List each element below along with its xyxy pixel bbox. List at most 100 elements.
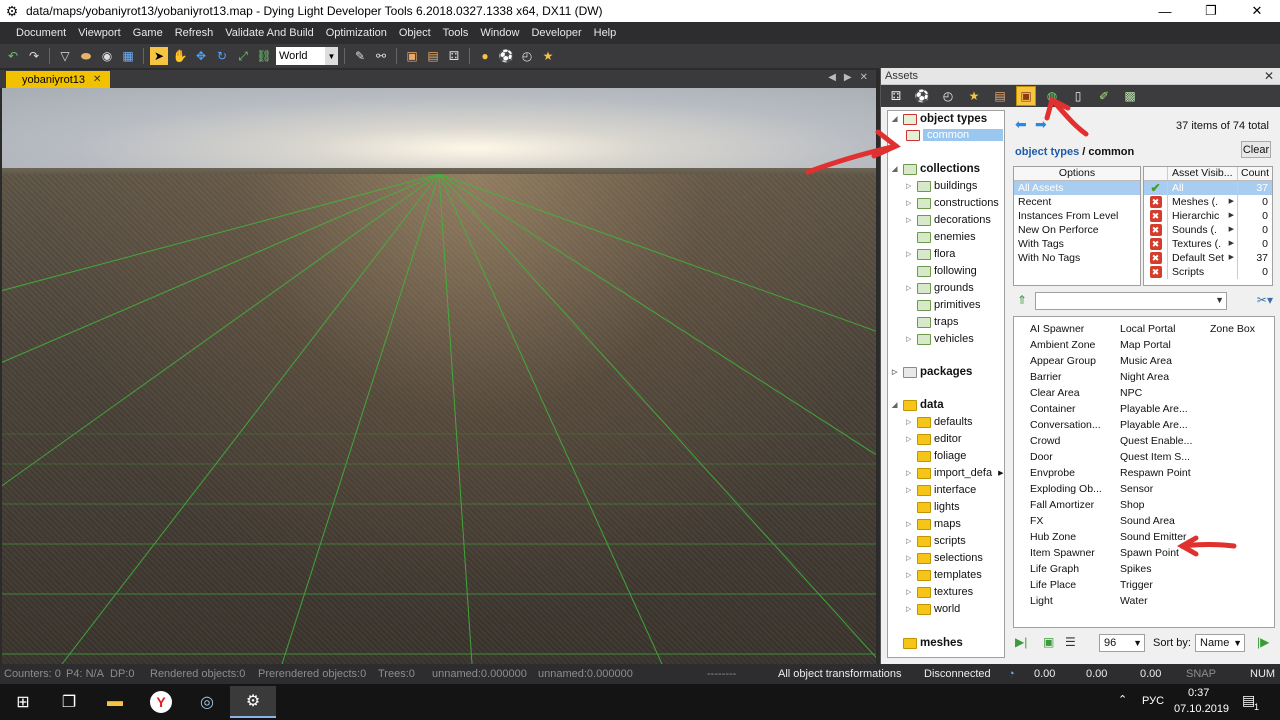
expand-icon[interactable]: ▷	[906, 418, 914, 426]
expand-icon[interactable]: ▷	[906, 605, 914, 613]
menu-help[interactable]: Help	[588, 22, 623, 44]
asset-item[interactable]: Quest Item S...	[1120, 449, 1192, 465]
asset-item[interactable]: NPC	[1120, 385, 1192, 401]
asset-item[interactable]: Exploding Ob...	[1030, 481, 1102, 497]
scroll-left-icon[interactable]: ◀	[828, 72, 836, 83]
tree-item-maps[interactable]: ▷ maps	[906, 518, 961, 530]
globe-icon[interactable]: ◍	[1043, 87, 1061, 105]
close-button[interactable]: ✕	[1234, 0, 1280, 22]
menu-document[interactable]: Document	[10, 22, 72, 44]
texture-icon[interactable]: ▩	[1121, 87, 1139, 105]
tree-item-packages[interactable]: ▷ packages	[892, 366, 972, 378]
asset-item[interactable]: Trigger	[1120, 577, 1192, 593]
asset-item[interactable]: Water	[1120, 593, 1192, 609]
expand-icon[interactable]: ▷	[906, 182, 914, 190]
tree-item-lights[interactable]: lights	[906, 501, 960, 513]
asset-item[interactable]: Barrier	[1030, 369, 1102, 385]
asset-item[interactable]: Fall Amortizer	[1030, 497, 1102, 513]
expand-icon[interactable]: ▷	[906, 435, 914, 443]
tools-dropdown-icon[interactable]: ✂▾	[1257, 293, 1273, 307]
hidden-x-icon[interactable]: ✖	[1149, 224, 1162, 236]
building-icon[interactable]: ▤	[991, 87, 1009, 105]
building-icon[interactable]: ▤	[424, 47, 442, 65]
coordinate-space-select[interactable]: World ▼	[276, 47, 338, 65]
move-icon[interactable]: ✥	[192, 47, 210, 65]
forward-arrow-icon[interactable]: ➡	[1035, 116, 1047, 133]
tab-close-icon[interactable]: ✕	[93, 74, 101, 85]
tree-item-primitives[interactable]: primitives	[906, 299, 980, 311]
visibility-row[interactable]: ✖ Sounds (. ▶ 0	[1144, 223, 1272, 237]
tray-expand-icon[interactable]: ⌃	[1118, 693, 1127, 706]
collapse-up-icon[interactable]: ⇑	[1017, 293, 1027, 307]
tree-item-import-defa[interactable]: ▷ import_defa ▶	[906, 467, 1003, 479]
asset-item[interactable]: Crowd	[1030, 433, 1102, 449]
menu-game[interactable]: Game	[127, 22, 169, 44]
filter-icon[interactable]: ▽	[56, 47, 74, 65]
pencil-icon[interactable]: ✎	[351, 47, 369, 65]
play-icon[interactable]: ▶|	[1015, 635, 1027, 649]
asset-item[interactable]: Sensor	[1120, 481, 1192, 497]
menu-viewport[interactable]: Viewport	[72, 22, 127, 44]
thumbnail-size-select[interactable]: 96 ▼	[1099, 634, 1145, 652]
tree-item-grounds[interactable]: ▷ grounds	[906, 282, 974, 294]
tree-item-world[interactable]: ▷ world	[906, 603, 960, 615]
dice-icon[interactable]: ⚃	[887, 87, 905, 105]
asset-item[interactable]: Life Place	[1030, 577, 1102, 593]
visibility-row[interactable]: ✖ Hierarchic ▶ 0	[1144, 209, 1272, 223]
menu-object[interactable]: Object	[393, 22, 437, 44]
tree-item-defaults[interactable]: ▷ defaults	[906, 416, 973, 428]
asset-item[interactable]: Appear Group	[1030, 353, 1102, 369]
expand-icon[interactable]: ▷	[906, 284, 914, 292]
asset-item[interactable]: Night Area	[1120, 369, 1192, 385]
scale-icon[interactable]: ⤢	[234, 47, 252, 65]
tree-item-decorations[interactable]: ▷ decorations	[906, 214, 991, 226]
file-explorer-icon[interactable]: ▬	[92, 686, 138, 718]
grid-icon[interactable]: ⚃	[445, 47, 463, 65]
tree-item-textures[interactable]: ▷ textures	[906, 586, 973, 598]
menu-refresh[interactable]: Refresh	[169, 22, 220, 44]
tree-item-collections[interactable]: ◢ collections	[892, 163, 980, 175]
tree-item-vehicles[interactable]: ▷ vehicles	[906, 333, 974, 345]
asset-item[interactable]: Playable Are...	[1120, 401, 1192, 417]
asset-item[interactable]: Envprobe	[1030, 465, 1102, 481]
asset-item[interactable]: Music Area	[1120, 353, 1192, 369]
scroll-right-icon[interactable]: ▶	[844, 72, 852, 83]
steam-icon[interactable]: ◎	[184, 686, 230, 718]
visibility-row[interactable]: ✔ All 37	[1144, 181, 1272, 195]
menu-window[interactable]: Window	[474, 22, 525, 44]
tree-item-following[interactable]: following	[906, 265, 977, 277]
menu-developer[interactable]: Developer	[525, 22, 587, 44]
expand-icon[interactable]: ▷	[906, 469, 914, 477]
developer-tools-icon[interactable]: ⚙	[230, 686, 276, 718]
expand-icon[interactable]: ▷	[906, 554, 914, 562]
option-new-on-perforce[interactable]: New On Perforce	[1014, 223, 1140, 237]
asset-item[interactable]: Conversation...	[1030, 417, 1102, 433]
expand-icon[interactable]: ▷	[906, 520, 914, 528]
language-indicator[interactable]: РУС	[1142, 695, 1164, 707]
collapse-icon[interactable]: ◢	[892, 401, 900, 409]
soccer-icon[interactable]: ⚽	[913, 87, 931, 105]
asset-item[interactable]: Spawn Point	[1120, 545, 1192, 561]
asset-item[interactable]: Respawn Point	[1120, 465, 1192, 481]
option-recent[interactable]: Recent	[1014, 195, 1140, 209]
asset-item[interactable]: Container	[1030, 401, 1102, 417]
expand-icon[interactable]: ▷	[906, 588, 914, 596]
asset-item[interactable]: Sound Area	[1120, 513, 1192, 529]
asset-item[interactable]: Spikes	[1120, 561, 1192, 577]
asset-item[interactable]: Door	[1030, 449, 1102, 465]
menu-optimization[interactable]: Optimization	[320, 22, 393, 44]
asset-item[interactable]: Playable Are...	[1120, 417, 1192, 433]
breadcrumb-object-types[interactable]: object types	[1015, 146, 1079, 158]
scene-viewport[interactable]	[2, 88, 876, 664]
maximize-button[interactable]: ❐	[1188, 0, 1234, 22]
rotate-icon[interactable]: ↻	[213, 47, 231, 65]
tree-item-templates[interactable]: ▷ templates	[906, 569, 982, 581]
list-view-icon[interactable]: ☰	[1065, 635, 1076, 649]
thumbnail-view-icon[interactable]: ▣	[1043, 635, 1054, 649]
redo-icon[interactable]: ↷	[25, 47, 43, 65]
visibility-row[interactable]: ✖ Textures (. ▶ 0	[1144, 237, 1272, 251]
tree-item-enemies[interactable]: enemies	[906, 231, 976, 243]
collapse-icon[interactable]: ◢	[892, 165, 900, 173]
eye-icon[interactable]: ◉	[98, 47, 116, 65]
option-with-no-tags[interactable]: With No Tags	[1014, 251, 1140, 265]
